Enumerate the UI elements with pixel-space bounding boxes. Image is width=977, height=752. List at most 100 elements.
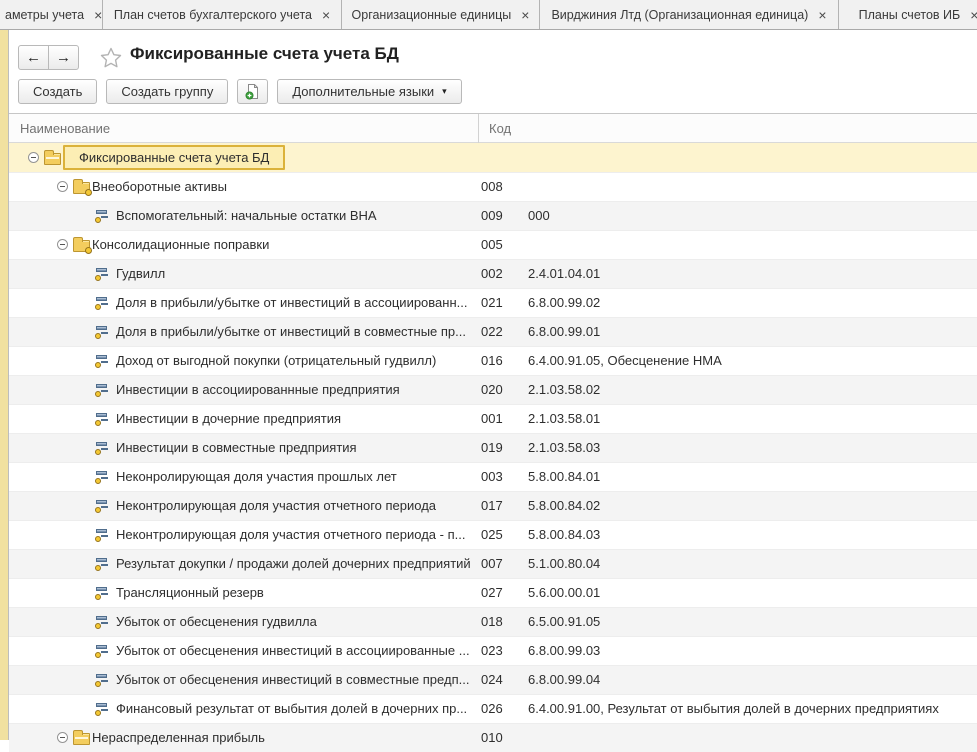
row-name: Консолидационные поправки — [92, 230, 269, 259]
row-name: Неконтролирующая доля участия отчетного … — [116, 491, 436, 520]
row-accounts: 5.8.00.84.03 — [528, 520, 600, 549]
row-accounts: 6.8.00.99.03 — [528, 636, 600, 665]
table-row[interactable]: Неконролирующая доля участия прошлых лет… — [9, 462, 977, 491]
table-row[interactable]: Фиксированные счета учета БД — [9, 143, 977, 172]
account-icon — [95, 353, 110, 368]
tab-label: Вирджиния Лтд (Организационная единица) — [551, 8, 808, 22]
row-accounts: 6.5.00.91.05 — [528, 607, 600, 636]
table-row[interactable]: Внеоборотные активы008 — [9, 172, 977, 201]
table-row[interactable]: Финансовый результат от выбытия долей в … — [9, 694, 977, 723]
row-code: 001 — [481, 404, 503, 433]
create-group-button[interactable]: Создать группу — [106, 79, 228, 104]
table-row[interactable]: Доля в прибыли/убытке от инвестиций в со… — [9, 317, 977, 346]
back-button[interactable]: ← — [18, 45, 49, 70]
table-row[interactable]: Неконтролирующая доля участия отчетного … — [9, 491, 977, 520]
row-code: 019 — [481, 433, 503, 462]
account-icon — [95, 585, 110, 600]
row-name: Инвестиции в ассоциированнные предприяти… — [116, 375, 400, 404]
account-icon — [95, 498, 110, 513]
left-accent-strip — [0, 30, 9, 740]
row-code: 021 — [481, 288, 503, 317]
column-divider[interactable] — [478, 114, 479, 143]
tab-bar: аметры учета×План счетов бухгалтерского … — [0, 0, 977, 30]
row-name: Неконтролирующая доля участия отчетного … — [116, 520, 465, 549]
create-button[interactable]: Создать — [18, 79, 97, 104]
row-name: Трансляционный резерв — [116, 578, 264, 607]
row-name: Неконролирующая доля участия прошлых лет — [116, 462, 397, 491]
tab[interactable]: аметры учета× — [0, 0, 103, 29]
table-row[interactable]: Убыток от обесценения инвестиций в совме… — [9, 665, 977, 694]
tab-label: Организационные единицы — [352, 8, 512, 22]
favorite-star-icon[interactable] — [99, 46, 123, 70]
column-header-name[interactable]: Наименование — [20, 114, 110, 143]
table-row[interactable]: Убыток от обесценения гудвилла0186.5.00.… — [9, 607, 977, 636]
table-row[interactable]: Инвестиции в дочерние предприятия0012.1.… — [9, 404, 977, 433]
create-by-copy-icon — [244, 83, 261, 100]
table-row[interactable]: Вспомогательный: начальные остатки ВНА00… — [9, 201, 977, 230]
row-code: 027 — [481, 578, 503, 607]
table-row[interactable]: Доля в прибыли/убытке от инвестиций в ас… — [9, 288, 977, 317]
row-code: 023 — [481, 636, 503, 665]
table-row[interactable]: Трансляционный резерв0275.6.00.00.01 — [9, 578, 977, 607]
table-row[interactable]: Результат докупки / продажи долей дочерн… — [9, 549, 977, 578]
additional-languages-button[interactable]: Дополнительные языки ▾ — [277, 79, 461, 104]
tab[interactable]: Вирджиния Лтд (Организационная единица) × — [540, 0, 839, 29]
row-code: 026 — [481, 694, 503, 723]
table-row[interactable]: Консолидационные поправки 005 — [9, 230, 977, 259]
row-name: Результат докупки / продажи долей дочерн… — [116, 549, 471, 578]
folder-icon — [73, 240, 90, 252]
folder-icon — [73, 733, 90, 745]
row-code: 005 — [481, 230, 503, 259]
forward-arrow-icon: → — [56, 49, 71, 66]
tab[interactable]: План счетов бухгалтерского учета× — [103, 0, 342, 29]
account-icon — [95, 643, 110, 658]
account-icon — [95, 469, 110, 484]
row-accounts: 6.8.00.99.02 — [528, 288, 600, 317]
collapse-icon[interactable] — [57, 239, 68, 250]
row-name: Гудвилл — [116, 259, 165, 288]
account-icon — [95, 614, 110, 629]
row-accounts: 2.4.01.04.01 — [528, 259, 600, 288]
table-row[interactable]: Нераспределенная прибыль010 — [9, 723, 977, 752]
forward-button[interactable]: → — [48, 45, 79, 70]
collapse-icon[interactable] — [57, 181, 68, 192]
table-row[interactable]: Инвестиции в совместные предприятия 019 2.… — [9, 433, 977, 462]
row-code: 025 — [481, 520, 503, 549]
row-accounts: 6.4.00.91.05, Обесценение НМА — [528, 346, 722, 375]
row-accounts: 2.1.03.58.01 — [528, 404, 600, 433]
row-code: 020 — [481, 375, 503, 404]
row-name: Нераспределенная прибыль — [92, 723, 265, 752]
account-icon — [95, 208, 110, 223]
close-icon[interactable]: × — [970, 8, 977, 22]
close-icon[interactable]: × — [521, 8, 529, 22]
tab-label: Планы счетов ИБ — [859, 8, 961, 22]
row-code: 008 — [481, 172, 503, 201]
row-accounts: 5.1.00.80.04 — [528, 549, 600, 578]
row-accounts: 000 — [528, 201, 550, 230]
row-accounts: 6.8.00.99.04 — [528, 665, 600, 694]
account-icon — [95, 324, 110, 339]
row-accounts: 2.1.03.58.03 — [528, 433, 600, 462]
collapse-icon[interactable] — [28, 152, 39, 163]
tab[interactable]: Планы счетов ИБ × — [839, 0, 977, 29]
row-accounts: 5.8.00.84.01 — [528, 462, 600, 491]
close-icon[interactable]: × — [322, 8, 330, 22]
close-icon[interactable]: × — [818, 8, 826, 22]
table-row[interactable]: Инвестиции в ассоциированнные предприяти… — [9, 375, 977, 404]
account-icon — [95, 440, 110, 455]
table-row[interactable]: Доход от выгодной покупки (отрицательный… — [9, 346, 977, 375]
tab[interactable]: Организационные единицы × — [342, 0, 540, 29]
table-row[interactable]: Неконтролирующая доля участия отчетного … — [9, 520, 977, 549]
collapse-icon[interactable] — [57, 732, 68, 743]
row-code: 007 — [481, 549, 503, 578]
close-icon[interactable]: × — [94, 8, 102, 22]
account-icon — [95, 527, 110, 542]
tree-rows: Фиксированные счета учета БДВнеоборотные… — [9, 143, 977, 752]
table-row[interactable]: Убыток от обесценения инвестиций в ассоц… — [9, 636, 977, 665]
row-name: Инвестиции в совместные предприятия — [116, 433, 357, 462]
table-row[interactable]: Гудвилл0022.4.01.04.01 — [9, 259, 977, 288]
column-header-code[interactable]: Код — [489, 114, 511, 143]
account-icon — [95, 672, 110, 687]
create-by-copy-button[interactable] — [237, 79, 268, 104]
folder-icon — [44, 153, 61, 165]
